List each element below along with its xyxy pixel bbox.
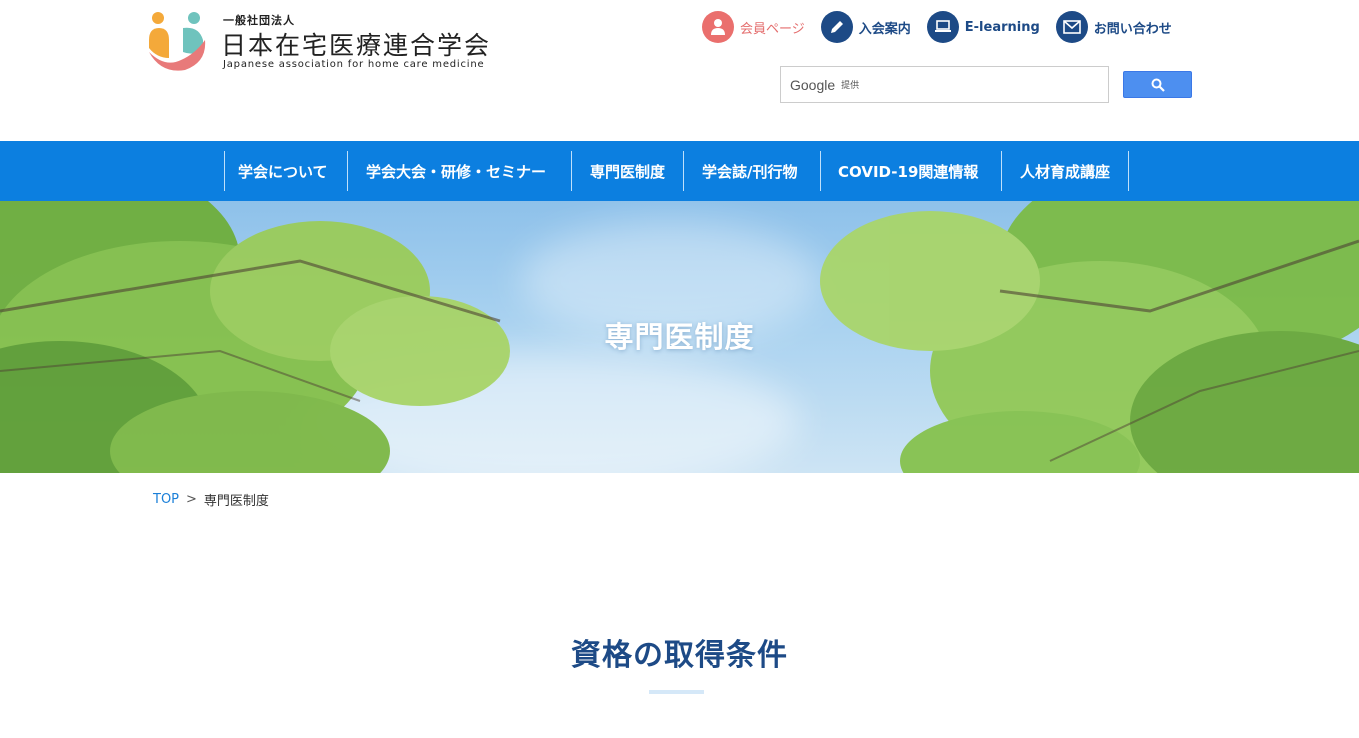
nav-item-specialist[interactable]: 専門医制度 [571,151,683,191]
member-page-link[interactable]: 会員ページ [702,11,805,43]
mail-icon [1055,11,1088,43]
top-links: 会員ページ 入会案内 E-learning お問い合わせ [702,11,1188,43]
search-icon [1151,78,1165,92]
breadcrumb-current: 専門医制度 [203,494,269,509]
google-provided-text: 提供 [841,81,860,91]
section-title-underline [649,690,704,694]
site-logo[interactable]: 一般社団法人 日本在宅医療連合学会 Japanese association f… [147,10,492,74]
main-nav: 学会について 学会大会・研修・セミナー 専門医制度 学会誌/刊行物 COVID-… [0,141,1359,201]
breadcrumb-separator: > [186,492,197,507]
section-title: 資格の取得条件 [571,638,788,673]
hero-banner: 専門医制度 [0,201,1359,473]
logo-name: 日本在宅医療連合学会 [221,31,492,60]
nav-item-training[interactable]: 人材育成講座 [1001,151,1129,191]
nav-item-conferences[interactable]: 学会大会・研修・セミナー [347,151,571,191]
elearning-label: E-learning [964,19,1040,35]
logo-english-name: Japanese association for home care medic… [223,59,485,70]
nav-items: 学会について 学会大会・研修・セミナー 専門医制度 学会誌/刊行物 COVID-… [224,151,1129,191]
membership-info-label: 入会案内 [858,21,911,37]
membership-info-link[interactable]: 入会案内 [820,11,911,43]
breadcrumb-home-link[interactable]: TOP [153,492,179,507]
page-title: 専門医制度 [604,320,755,354]
site-header: 一般社団法人 日本在宅医療連合学会 Japanese association f… [0,0,1359,141]
pencil-icon [820,11,853,43]
elearning-link[interactable]: E-learning [926,11,1040,43]
contact-label: お問い合わせ [1093,21,1172,37]
breadcrumb: TOP > 専門医制度 [153,490,269,509]
logo-mark-icon [149,12,206,71]
laptop-icon [926,11,959,43]
contact-link[interactable]: お問い合わせ [1055,11,1172,43]
search-input[interactable]: Google 提供 [780,66,1109,103]
google-brand: Google [790,76,836,93]
search-button[interactable] [1123,71,1192,98]
nav-item-journal[interactable]: 学会誌/刊行物 [683,151,820,191]
nav-item-about[interactable]: 学会について [224,151,347,191]
person-icon [702,11,734,43]
member-page-label: 会員ページ [740,21,805,37]
nav-item-covid[interactable]: COVID-19関連情報 [820,151,1001,191]
